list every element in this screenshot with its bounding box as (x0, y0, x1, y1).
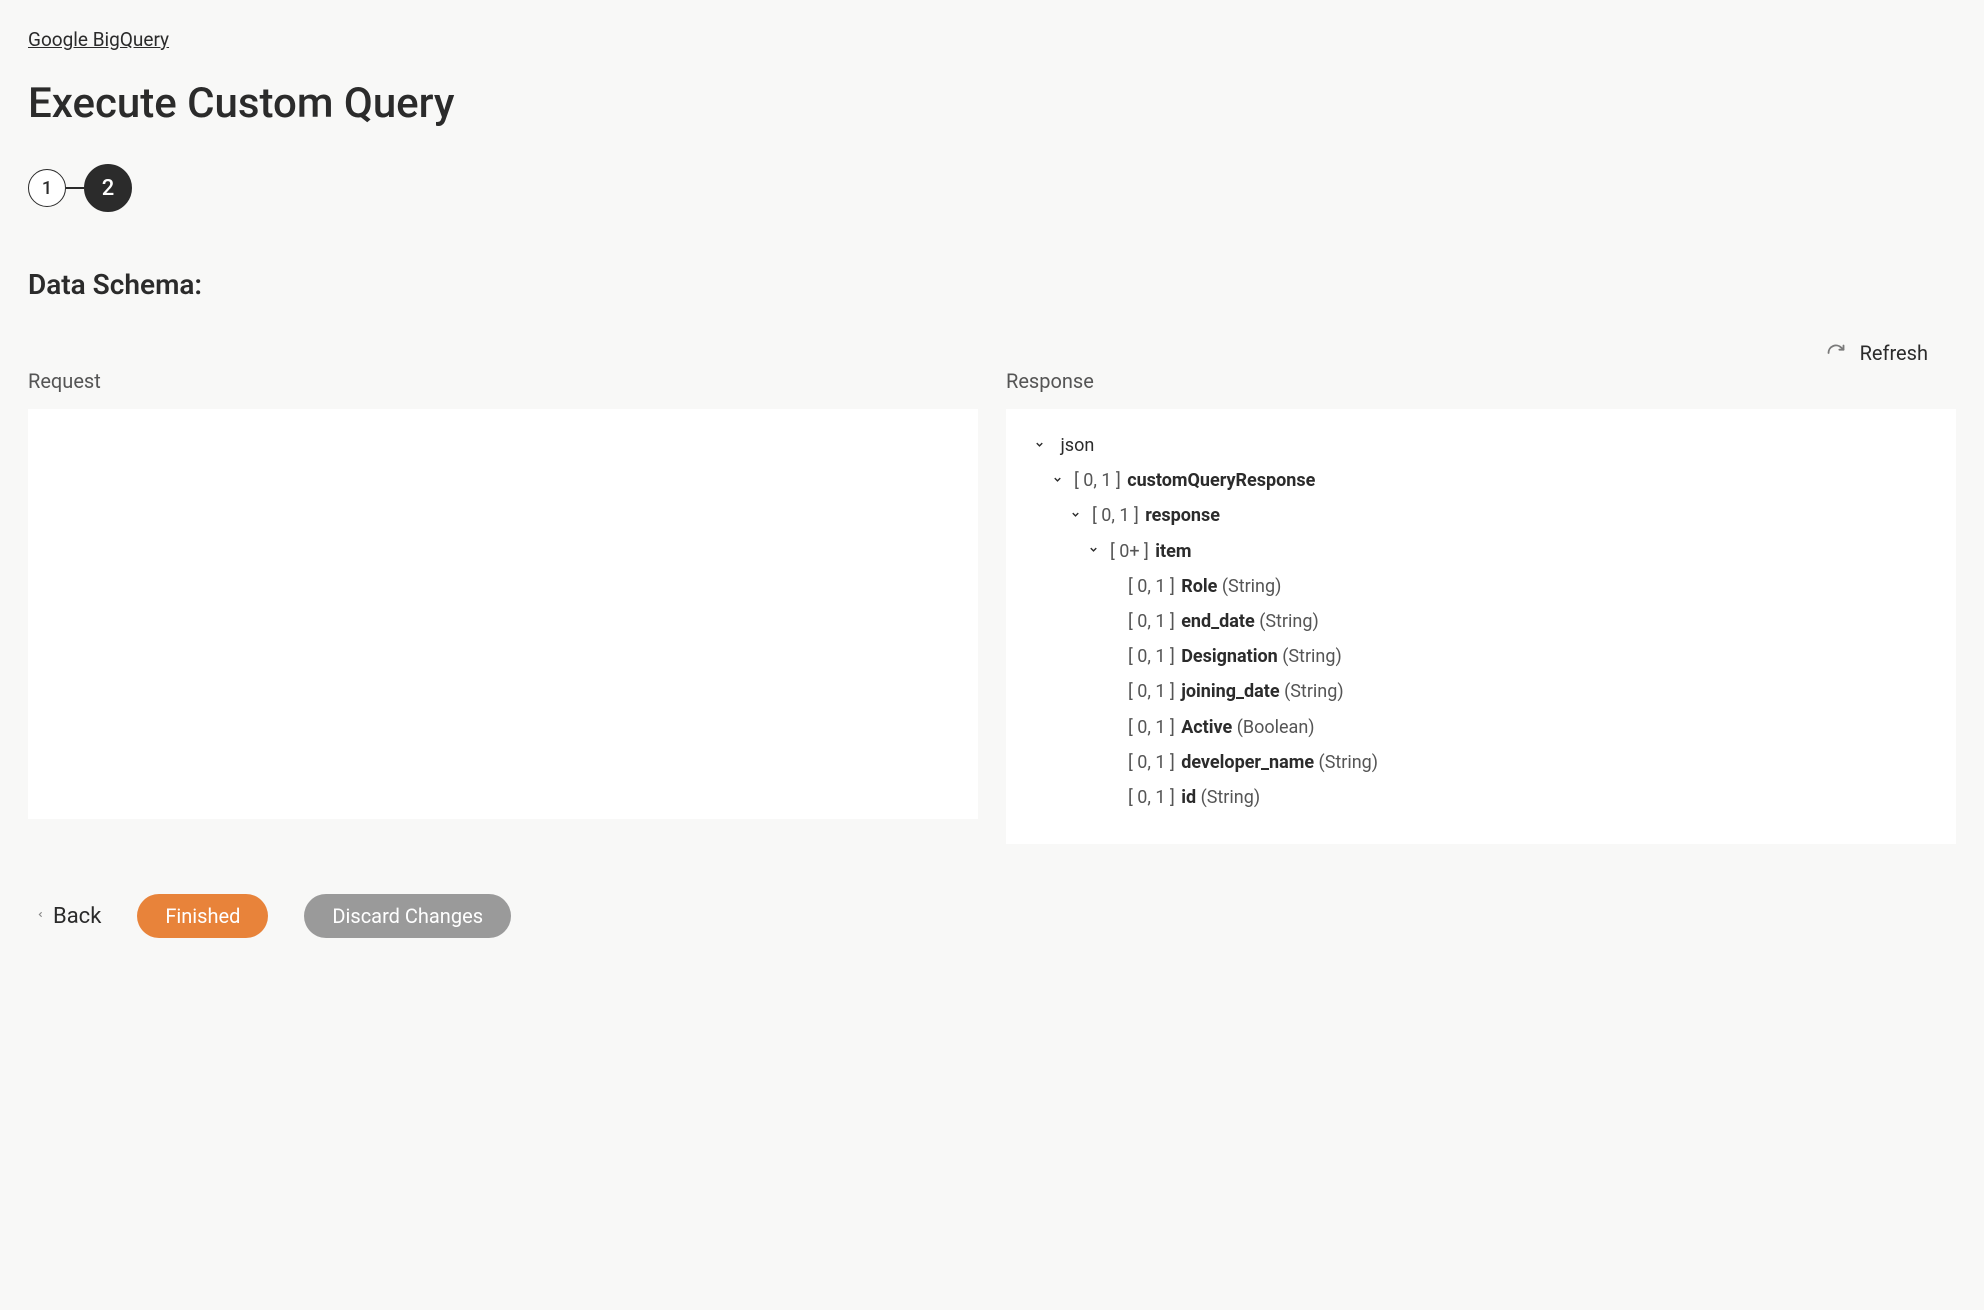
request-panel: Request (28, 369, 978, 844)
chevron-left-icon (36, 908, 45, 925)
request-box[interactable] (28, 409, 978, 819)
node-type: (String) (1259, 611, 1319, 632)
node-name: developer_name (1181, 752, 1314, 773)
tree-node: [ 0, 1 ] Role (String) (1034, 574, 1928, 599)
node-type: (String) (1201, 787, 1261, 808)
step-2[interactable]: 2 (84, 164, 132, 212)
refresh-button[interactable]: Refresh (1826, 341, 1928, 365)
stepper: 1 2 (28, 164, 1956, 212)
tree-node: [ 0, 1 ] Active (Boolean) (1034, 715, 1928, 740)
node-cardinality: [ 0, 1 ] (1128, 611, 1175, 632)
request-label: Request (28, 369, 978, 393)
back-button[interactable]: Back (36, 904, 101, 929)
tree-node: [ 0, 1 ] Designation (String) (1034, 644, 1928, 669)
tree-node[interactable]: [ 0, 1 ] customQueryResponse (1034, 468, 1928, 493)
step-connector (66, 187, 84, 189)
node-cardinality: [ 0+ ] (1110, 541, 1149, 562)
node-type: (String) (1222, 576, 1282, 597)
response-label: Response (1006, 369, 1956, 393)
node-cardinality: [ 0, 1 ] (1128, 787, 1175, 808)
discard-button[interactable]: Discard Changes (304, 894, 511, 938)
tree-node: [ 0, 1 ] id (String) (1034, 785, 1928, 810)
chevron-down-icon (1088, 543, 1102, 560)
tree-root-label: json (1060, 435, 1094, 456)
node-type: (String) (1284, 681, 1344, 702)
node-cardinality: [ 0, 1 ] (1128, 752, 1175, 773)
node-name: Designation (1181, 646, 1278, 667)
node-name: end_date (1181, 611, 1255, 632)
node-cardinality: [ 0, 1 ] (1074, 470, 1121, 491)
tree-node: [ 0, 1 ] developer_name (String) (1034, 750, 1928, 775)
page-title: Execute Custom Query (28, 79, 1956, 128)
refresh-label: Refresh (1860, 341, 1928, 365)
node-name: Active (1181, 717, 1232, 738)
node-cardinality: [ 0, 1 ] (1128, 681, 1175, 702)
node-type: (String) (1319, 752, 1379, 773)
step-1[interactable]: 1 (28, 169, 66, 207)
node-name: response (1145, 505, 1220, 526)
response-box[interactable]: json [ 0, 1 ] customQueryResponse[ 0, 1 … (1006, 409, 1956, 844)
node-cardinality: [ 0, 1 ] (1092, 505, 1139, 526)
node-name: joining_date (1181, 681, 1279, 702)
breadcrumb-link[interactable]: Google BigQuery (28, 28, 169, 51)
tree-node: [ 0, 1 ] end_date (String) (1034, 609, 1928, 634)
node-name: customQueryResponse (1127, 470, 1315, 491)
node-name: Role (1181, 576, 1217, 597)
tree-node: [ 0, 1 ] joining_date (String) (1034, 679, 1928, 704)
node-name: item (1155, 541, 1191, 562)
tree-node[interactable]: [ 0+ ] item (1034, 539, 1928, 564)
tree-root[interactable]: json (1034, 433, 1928, 458)
chevron-down-icon (1034, 438, 1048, 455)
node-cardinality: [ 0, 1 ] (1128, 717, 1175, 738)
chevron-down-icon (1070, 508, 1084, 525)
section-title: Data Schema: (28, 268, 1956, 301)
tree-node[interactable]: [ 0, 1 ] response (1034, 503, 1928, 528)
back-label: Back (53, 904, 101, 929)
node-name: id (1181, 787, 1196, 808)
chevron-down-icon (1052, 473, 1066, 490)
node-cardinality: [ 0, 1 ] (1128, 576, 1175, 597)
node-cardinality: [ 0, 1 ] (1128, 646, 1175, 667)
response-panel: Response json [ 0, 1 ] customQueryRespon… (1006, 369, 1956, 844)
node-type: (String) (1282, 646, 1342, 667)
node-type: (Boolean) (1237, 717, 1315, 738)
finished-button[interactable]: Finished (137, 894, 268, 938)
refresh-icon (1826, 343, 1846, 363)
